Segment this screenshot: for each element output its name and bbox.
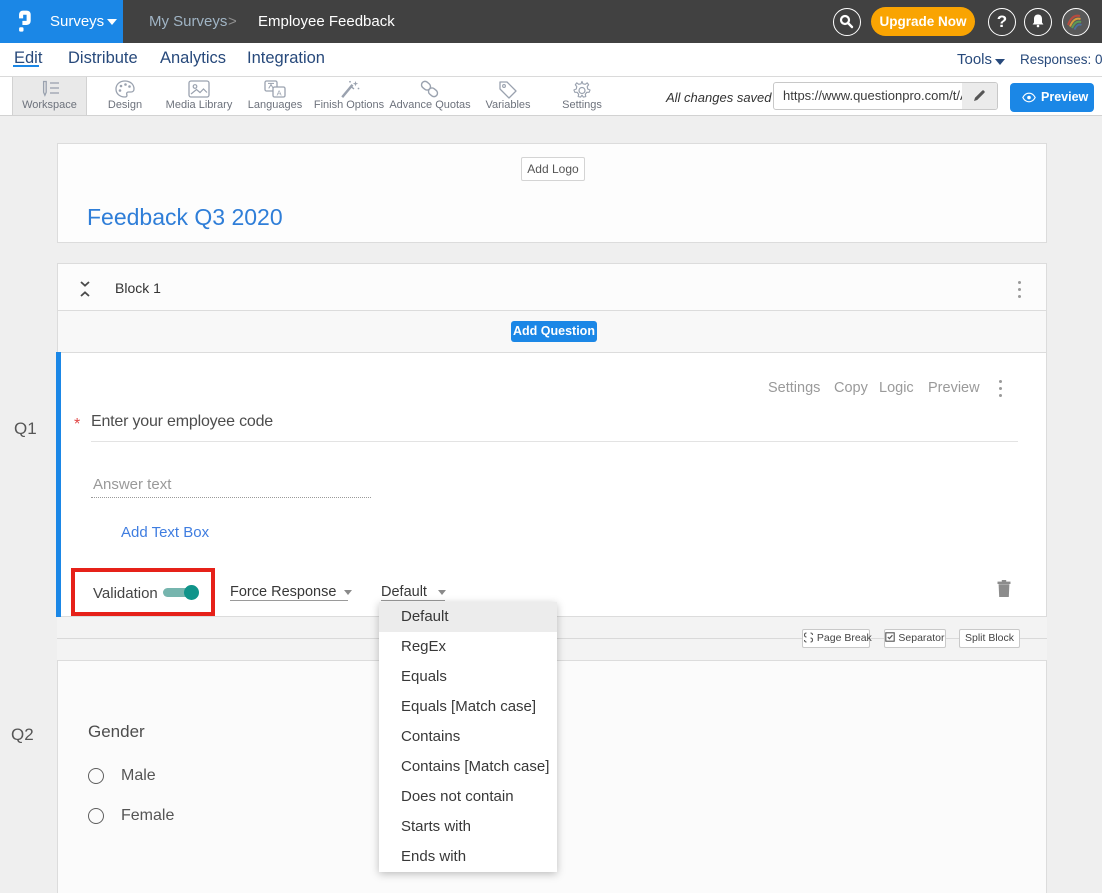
svg-text:A: A	[277, 88, 282, 97]
